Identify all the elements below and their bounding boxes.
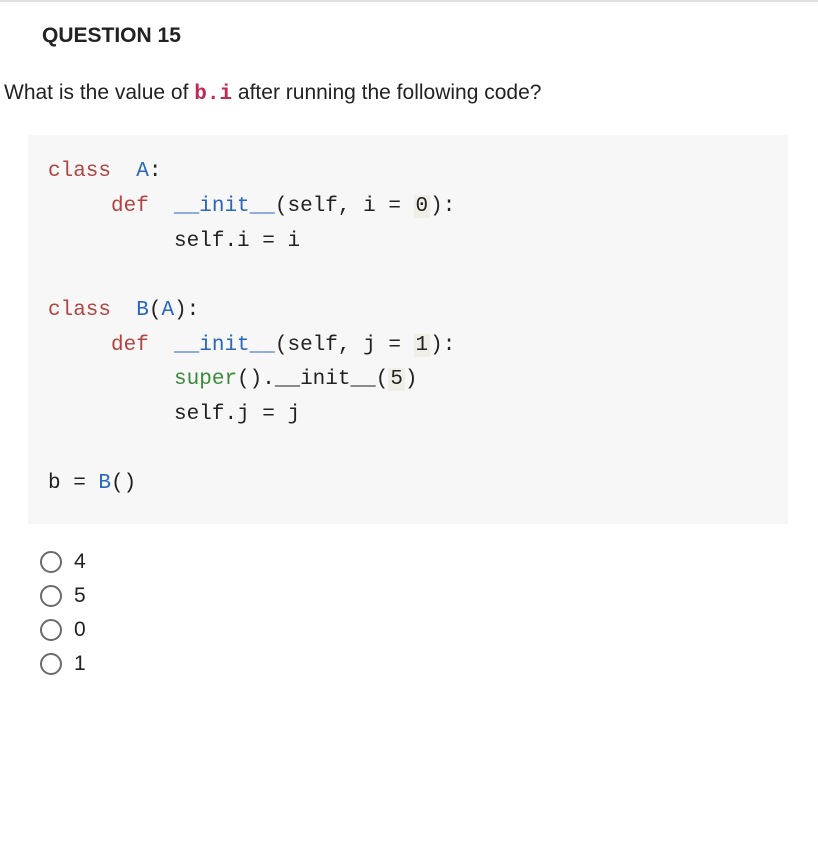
code-space <box>111 160 136 183</box>
prompt-inline-code: b.i <box>194 83 232 106</box>
option-label: 1 <box>74 652 86 676</box>
arg-self: self <box>287 334 337 357</box>
option-4[interactable]: 4 <box>40 550 818 574</box>
equals: = <box>376 195 414 218</box>
paren-close: ): <box>174 299 199 322</box>
indent <box>48 403 174 426</box>
paren-open: ( <box>376 368 389 391</box>
option-label: 0 <box>74 618 86 642</box>
paren-close: ) <box>405 368 418 391</box>
arg-self: self <box>287 195 337 218</box>
option-0[interactable]: 0 <box>40 618 818 642</box>
paren-open: ( <box>275 195 288 218</box>
indent <box>48 230 174 253</box>
stmt-self-j: self.j = j <box>174 403 300 426</box>
option-label: 5 <box>74 584 86 608</box>
class-name-A: A <box>136 160 149 183</box>
indent <box>48 195 111 218</box>
dot: . <box>262 368 275 391</box>
prompt-post: after running the following code? <box>232 81 541 104</box>
option-label: 4 <box>74 550 86 574</box>
paren-open: ( <box>149 299 162 322</box>
comma: , <box>338 195 363 218</box>
paren-close: ): <box>430 334 455 357</box>
code-line-4: class B(A): <box>48 294 768 329</box>
radio-icon[interactable] <box>40 653 62 675</box>
option-5[interactable]: 5 <box>40 584 818 608</box>
code-line-1: class A: <box>48 155 768 190</box>
comma: , <box>338 334 363 357</box>
equals: = <box>61 472 99 495</box>
num-0: 0 <box>414 195 431 218</box>
class-name-B: B <box>136 299 149 322</box>
radio-icon[interactable] <box>40 619 62 641</box>
fn-init: __init__ <box>174 334 275 357</box>
super-call: super <box>174 368 237 391</box>
answer-options: 4 5 0 1 <box>40 550 818 676</box>
blank-line <box>48 259 768 294</box>
equals: = <box>376 334 414 357</box>
code-line-8: b = B() <box>48 467 768 502</box>
class-B-call: B <box>98 472 111 495</box>
blank-line <box>48 433 768 468</box>
radio-icon[interactable] <box>40 585 62 607</box>
code-line-3: self.i = i <box>48 225 768 260</box>
keyword-class: class <box>48 160 111 183</box>
init-call: __init__ <box>275 368 376 391</box>
question-prompt: What is the value of b.i after running t… <box>0 48 818 109</box>
keyword-def: def <box>111 195 149 218</box>
question-heading: QUESTION 15 <box>0 2 818 48</box>
code-line-6: super().__init__(5) <box>48 363 768 398</box>
code-space <box>149 334 174 357</box>
base-class-A: A <box>161 299 174 322</box>
stmt-self-i: self.i = i <box>174 230 300 253</box>
code-line-7: self.j = j <box>48 398 768 433</box>
indent <box>48 334 111 357</box>
code-space <box>111 299 136 322</box>
code-space <box>149 195 174 218</box>
fn-init: __init__ <box>174 195 275 218</box>
prompt-pre: What is the value of <box>4 81 194 104</box>
colon: : <box>149 160 162 183</box>
paren-open: ( <box>275 334 288 357</box>
keyword-class: class <box>48 299 111 322</box>
var-b: b <box>48 472 61 495</box>
code-line-5: def __init__(self, j = 1): <box>48 329 768 364</box>
radio-icon[interactable] <box>40 551 62 573</box>
code-block: class A: def __init__(self, i = 0): self… <box>28 135 788 523</box>
option-1[interactable]: 1 <box>40 652 818 676</box>
arg-j: j <box>363 334 376 357</box>
keyword-def: def <box>111 334 149 357</box>
num-1: 1 <box>414 334 431 357</box>
arg-i: i <box>363 195 376 218</box>
indent <box>48 368 174 391</box>
num-5: 5 <box>388 368 405 391</box>
code-line-2: def __init__(self, i = 0): <box>48 190 768 225</box>
super-parens: () <box>237 368 262 391</box>
paren-close: ): <box>430 195 455 218</box>
call-parens: () <box>111 472 136 495</box>
